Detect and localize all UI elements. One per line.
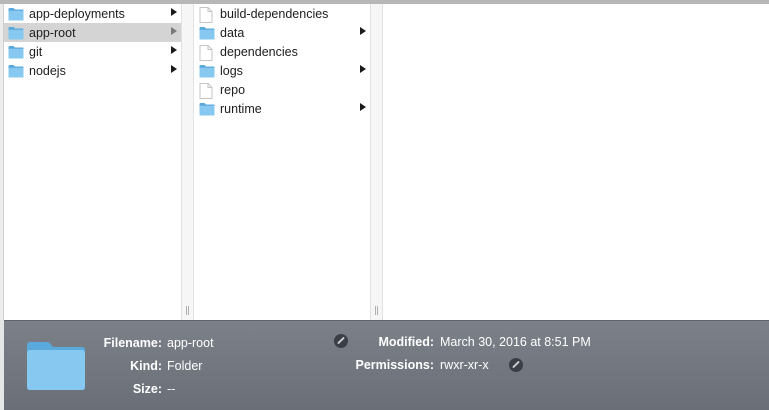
column-browser: app-deployments app-root git nodejs || buil… (4, 4, 769, 320)
list-item[interactable]: data (194, 23, 370, 42)
modified-label: Modified: (378, 335, 434, 349)
list-item-label: repo (220, 82, 246, 97)
filename-value: app-root (167, 336, 214, 350)
chevron-right-icon (171, 8, 177, 16)
resize-grip[interactable]: || (185, 306, 190, 316)
column-divider-2[interactable]: || (370, 4, 383, 320)
list-item-label: nodejs (29, 63, 66, 78)
list-item[interactable]: runtime (194, 99, 370, 118)
list-item[interactable]: nodejs (4, 61, 181, 80)
info-panel: Filename: app-root Kind: Folder Size: --… (4, 320, 769, 410)
list-item[interactable]: repo (194, 80, 370, 99)
permissions-value: rwxr-xr-x (440, 358, 489, 372)
column-divider-1[interactable]: || (181, 4, 194, 320)
kind-value: Folder (167, 359, 203, 373)
permissions-label: Permissions: (355, 358, 434, 372)
chevron-right-icon (171, 27, 177, 35)
list-item-label: runtime (220, 101, 262, 116)
folder-icon (8, 64, 24, 78)
chevron-right-icon (171, 46, 177, 54)
folder-icon (27, 342, 85, 390)
file-icon (199, 44, 215, 61)
list-item[interactable]: app-deployments (4, 4, 181, 23)
list-item-label: build-dependencies (220, 6, 329, 21)
list-item-label: dependencies (220, 44, 298, 59)
folder-icon (8, 45, 24, 59)
list-item-label: logs (220, 63, 243, 78)
folder-icon (8, 26, 24, 40)
filename-label: Filename: (103, 336, 162, 350)
list-item-label: git (29, 44, 43, 59)
modified-value: March 30, 2016 at 8:51 PM (440, 335, 591, 349)
chevron-right-icon (360, 65, 366, 73)
pencil-icon[interactable] (509, 358, 523, 372)
resize-grip[interactable]: || (374, 306, 379, 316)
folder-icon (199, 102, 215, 116)
list-item[interactable]: app-root (4, 23, 181, 42)
list-item[interactable]: git (4, 42, 181, 61)
list-item-label: app-deployments (29, 6, 125, 21)
column-1[interactable]: app-deployments app-root git nodejs (4, 4, 181, 320)
list-item-label: data (220, 25, 245, 40)
chevron-right-icon (360, 27, 366, 35)
size-value: -- (167, 382, 176, 396)
list-item[interactable]: logs (194, 61, 370, 80)
kind-label: Kind: (130, 359, 162, 373)
file-icon (199, 82, 215, 99)
folder-icon (199, 26, 215, 40)
column-2[interactable]: build-dependencies data dependencies logs re… (194, 4, 370, 320)
column-3-empty[interactable] (383, 4, 769, 320)
size-label: Size: (132, 382, 162, 396)
folder-icon (8, 7, 24, 21)
list-item[interactable]: dependencies (194, 42, 370, 61)
list-item[interactable]: build-dependencies (194, 4, 370, 23)
file-icon (199, 6, 215, 23)
folder-icon (199, 64, 215, 78)
list-item-label: app-root (29, 25, 76, 40)
chevron-right-icon (360, 103, 366, 111)
chevron-right-icon (171, 65, 177, 73)
